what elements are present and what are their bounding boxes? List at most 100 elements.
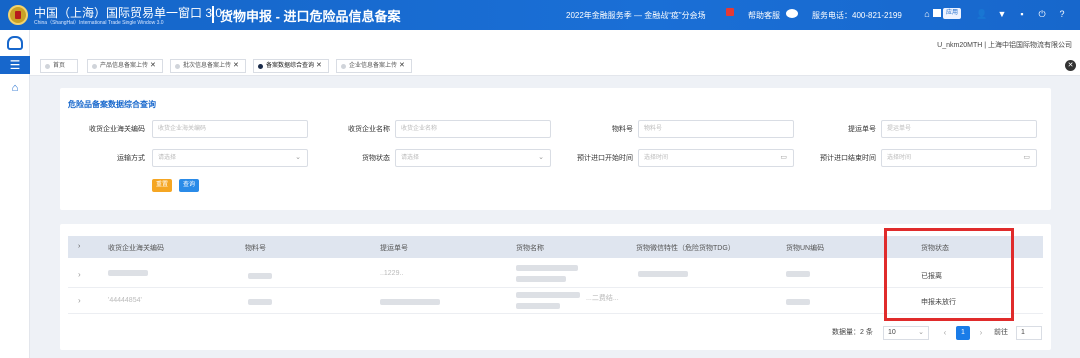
redacted-value <box>516 276 566 282</box>
page-size-select[interactable]: 10 ⌄ <box>883 326 929 340</box>
goto-label: 前往 <box>994 329 1008 336</box>
close-icon[interactable]: ✕ <box>316 60 322 72</box>
message-icon[interactable]: ▪ <box>1016 8 1028 20</box>
partial-value: '44444854' <box>108 297 142 304</box>
redacted-value <box>380 299 440 305</box>
redacted-value <box>516 265 578 271</box>
tab-product-upload[interactable]: 产品信息备案上传 ✕ <box>87 59 163 73</box>
close-all-tabs-icon[interactable]: ✕ <box>1065 60 1076 71</box>
next-page-icon[interactable]: › <box>974 326 988 340</box>
import-end-picker[interactable]: 选择时间 ▭ <box>881 149 1037 167</box>
system-title: 货物申报 - 进口危险品信息备案 <box>220 9 401 24</box>
tab-dot <box>45 64 50 69</box>
close-icon[interactable]: ✕ <box>150 60 156 72</box>
home-nav-icon[interactable]: ⌂ <box>0 80 30 96</box>
tab-dot <box>175 64 180 69</box>
consignee-code-input[interactable]: 收货企业海关编码 <box>152 120 308 138</box>
tab-record-query[interactable]: 备案数据综合查询 ✕ <box>253 59 329 73</box>
material-no-label: 物料号 <box>612 126 633 133</box>
tab-bar: 首页 产品信息备案上传 ✕ 批次信息备案上传 ✕ 备案数据综合查询 ✕ 企业信息备案上… <box>30 56 1080 76</box>
col-header: 提运单号 <box>380 245 408 252</box>
goods-status-label: 货物状态 <box>362 155 390 162</box>
material-no-input[interactable]: 物料号 <box>638 120 794 138</box>
col-header: 货物UN编码 <box>786 245 825 252</box>
transport-mode-placeholder: 请选择 <box>158 155 177 161</box>
tab-batch-upload[interactable]: 批次信息备案上传 ✕ <box>170 59 246 73</box>
page-title: 危险品备案数据综合查询 <box>68 100 156 109</box>
help-link[interactable]: 帮助客服 <box>748 10 780 21</box>
eye-icon[interactable] <box>786 9 798 18</box>
col-header: 货物微信特性（危险货物TDG） <box>636 245 735 252</box>
consignee-code-label: 收货企业海关编码 <box>89 126 145 133</box>
goto-page-input[interactable]: 1 <box>1016 326 1042 340</box>
tab-enterprise-upload[interactable]: 企业信息备案上传 ✕ <box>336 59 412 73</box>
header-divider <box>212 6 214 23</box>
close-icon[interactable]: ✕ <box>233 60 239 72</box>
close-icon[interactable]: ✕ <box>399 60 405 72</box>
current-page[interactable]: 1 <box>956 326 970 340</box>
menu-toggle-icon[interactable]: ☰ <box>0 56 30 74</box>
consignee-name-label: 收货企业名称 <box>348 126 390 133</box>
bill-no-label: 提运单号 <box>848 126 876 133</box>
tab-dot <box>92 64 97 69</box>
tab-label: 备案数据综合查询 <box>266 63 315 69</box>
consignee-name-input[interactable]: 收货企业名称 <box>395 120 551 138</box>
promo-link[interactable]: 2022年金融服务季 — 金融战“疫”分会场 <box>566 10 706 21</box>
user-bar: U_nkm20MTH | 上海中铝国际物流有限公司 <box>30 30 1080 56</box>
bill-no-input[interactable]: 提运单号 <box>881 120 1037 138</box>
partial-value: ..1229.. <box>380 270 404 277</box>
redacted-value <box>108 270 148 276</box>
import-end-label: 预计进口结束时间 <box>820 155 876 162</box>
prev-page-icon[interactable]: ‹ <box>938 326 952 340</box>
partial-value: ...二费结... <box>586 295 619 302</box>
tab-dot <box>258 64 263 69</box>
apps-button[interactable]: 应用 <box>943 8 962 19</box>
tab-label: 产品信息备案上传 <box>100 63 149 69</box>
tab-label: 首页 <box>53 63 66 69</box>
expand-all-icon[interactable]: › <box>78 243 80 250</box>
col-header: 收货企业海关编码 <box>108 245 164 252</box>
calendar-icon: ▭ <box>1023 154 1030 161</box>
app-logo-icon <box>7 36 23 50</box>
tab-home[interactable]: 首页 <box>40 59 78 73</box>
goods-status-select[interactable]: 请选择 ⌄ <box>395 149 551 167</box>
transport-mode-label: 运输方式 <box>117 155 145 162</box>
col-header: 物料号 <box>245 245 266 252</box>
redacted-value <box>516 292 580 298</box>
power-icon[interactable]: ⏻ <box>1036 8 1048 20</box>
home-icon[interactable]: ⌂ <box>921 8 933 20</box>
chevron-down-icon: ⌄ <box>538 154 544 161</box>
reset-button[interactable]: 重置 <box>152 179 173 192</box>
import-start-label: 预计进口开始时间 <box>577 155 633 162</box>
redacted-value <box>786 271 810 277</box>
brand-name-en: China（ShangHai）International Trade Singl… <box>34 20 164 26</box>
tab-dot <box>341 64 346 69</box>
calendar-icon: ▭ <box>780 154 787 161</box>
customs-emblem-logo <box>8 5 28 25</box>
expand-row-icon[interactable]: › <box>78 296 81 305</box>
redacted-value <box>516 303 560 309</box>
help-icon[interactable]: ? <box>1056 8 1068 20</box>
transport-mode-select[interactable]: 请选择 ⌄ <box>152 149 308 167</box>
redacted-value <box>638 271 688 277</box>
redacted-value <box>248 273 272 279</box>
tab-label: 批次信息备案上传 <box>183 63 232 69</box>
top-header: 中国（上海）国际贸易单一窗口 3.0 China（ShangHai）Intern… <box>0 0 1080 30</box>
import-start-picker[interactable]: 选择时间 ▭ <box>638 149 794 167</box>
col-header: 货物名称 <box>516 245 544 252</box>
user-icon[interactable]: 👤 <box>976 8 988 20</box>
expand-row-icon[interactable]: › <box>78 270 81 279</box>
query-button[interactable]: 查询 <box>179 179 200 192</box>
chevron-down-icon: ⌄ <box>918 329 924 336</box>
highlight-annotation <box>884 228 1014 321</box>
page-size-value: 10 <box>888 329 896 336</box>
total-count: 数据量：2 条 <box>832 329 873 336</box>
tab-label: 企业信息备案上传 <box>349 63 398 69</box>
import-start-placeholder: 选择时间 <box>644 155 669 161</box>
redacted-value <box>248 299 272 305</box>
apps-icon[interactable] <box>933 9 941 17</box>
import-end-placeholder: 选择时间 <box>887 155 912 161</box>
chevron-down-icon: ⌄ <box>295 154 301 161</box>
user-info[interactable]: U_nkm20MTH | 上海中铝国际物流有限公司 <box>937 40 1072 50</box>
shirt-icon[interactable]: ▼ <box>996 8 1008 20</box>
